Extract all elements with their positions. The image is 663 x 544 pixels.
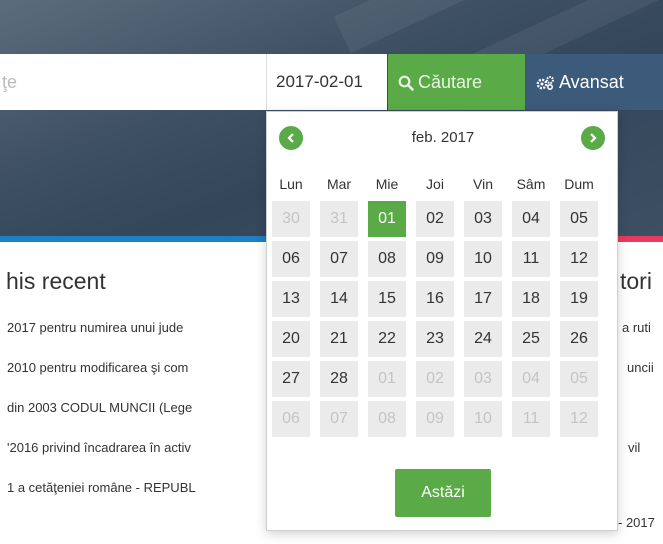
date-input[interactable]: 2017-02-01	[266, 54, 387, 110]
day-cell[interactable]: 11	[512, 241, 550, 277]
day-cell[interactable]: 17	[464, 281, 502, 317]
weekday-header: Mar	[326, 176, 352, 192]
recent-item[interactable]: '2016 privind încadrarea în activ	[7, 440, 191, 455]
day-cell[interactable]: 22	[368, 321, 406, 357]
day-cell[interactable]: 26	[560, 321, 598, 357]
day-cell[interactable]: 11	[512, 401, 550, 437]
category-item[interactable]: vil	[628, 440, 640, 455]
day-cell[interactable]: 12	[560, 401, 598, 437]
recent-item[interactable]: din 2003 CODUL MUNCII (Lege	[7, 400, 192, 415]
recent-heading: his recent	[6, 268, 106, 294]
search-icon	[398, 72, 418, 92]
day-cell[interactable]: 31	[320, 201, 358, 237]
day-cell[interactable]: 21	[320, 321, 358, 357]
day-cell[interactable]: 28	[320, 361, 358, 397]
day-cell[interactable]: 15	[368, 281, 406, 317]
day-cell[interactable]: 07	[320, 401, 358, 437]
category-item[interactable]: uncii	[627, 360, 654, 375]
day-cell[interactable]: 08	[368, 241, 406, 277]
weekday-header: Mie	[375, 176, 399, 192]
day-cell[interactable]: 08	[368, 401, 406, 437]
day-cell[interactable]: 04	[512, 361, 550, 397]
day-cell[interactable]: 02	[416, 201, 454, 237]
day-cell[interactable]: 01	[368, 361, 406, 397]
day-cell[interactable]: 05	[560, 201, 598, 237]
day-cell[interactable]: 09	[416, 241, 454, 277]
day-cell[interactable]: 30	[272, 201, 310, 237]
day-cell[interactable]: 03	[464, 361, 502, 397]
day-cell[interactable]: 25	[512, 321, 550, 357]
weekday-header: Joi	[426, 176, 444, 192]
gears-icon	[535, 72, 559, 92]
datepicker: feb. 2017 Lun Mar Mie Joi Vin Sâm Dum 30 31 01 02…	[266, 111, 618, 531]
weekday-header: Sâm	[516, 176, 546, 192]
day-cell[interactable]: 02	[416, 361, 454, 397]
search-input[interactable]: ţe	[0, 54, 266, 110]
day-cell[interactable]: 12	[560, 241, 598, 277]
day-cell[interactable]: 06	[272, 241, 310, 277]
today-button[interactable]: Astăzi	[395, 469, 491, 517]
search-button[interactable]: Căutare	[388, 54, 525, 110]
day-cell[interactable]: 19	[560, 281, 598, 317]
recent-item[interactable]: 2010 pentru modificarea şi com	[7, 360, 188, 375]
day-cell[interactable]: 07	[320, 241, 358, 277]
day-cell[interactable]: 06	[272, 401, 310, 437]
day-cell[interactable]: 03	[464, 201, 502, 237]
day-cell[interactable]: 24	[464, 321, 502, 357]
prev-month-button[interactable]	[279, 126, 303, 150]
category-item[interactable]: - 2017	[618, 515, 655, 530]
next-month-button[interactable]	[581, 126, 605, 150]
day-cell[interactable]: 23	[416, 321, 454, 357]
day-cell[interactable]: 14	[320, 281, 358, 317]
day-cell[interactable]: 13	[272, 281, 310, 317]
day-cell[interactable]: 04	[512, 201, 550, 237]
recent-item[interactable]: 2017 pentru numirea unui jude	[7, 320, 183, 335]
weekday-header: Vin	[473, 176, 493, 192]
advanced-button[interactable]: Avansat	[525, 54, 663, 110]
day-cell[interactable]: 05	[560, 361, 598, 397]
month-label[interactable]: feb. 2017	[317, 124, 569, 152]
advanced-button-label: Avansat	[559, 72, 624, 92]
day-cell[interactable]: 16	[416, 281, 454, 317]
day-cell[interactable]: 10	[464, 401, 502, 437]
weekday-header: Dum	[564, 176, 594, 192]
day-cell[interactable]: 09	[416, 401, 454, 437]
weekday-header: Lun	[279, 176, 303, 192]
day-cell[interactable]: 20	[272, 321, 310, 357]
day-cell[interactable]: 18	[512, 281, 550, 317]
selected-day-cell[interactable]: 01	[368, 201, 406, 237]
category-item[interactable]: a ruti	[622, 320, 651, 335]
day-cell[interactable]: 27	[272, 361, 310, 397]
search-button-label: Căutare	[418, 72, 483, 92]
day-cell[interactable]: 10	[464, 241, 502, 277]
categories-heading: tori	[620, 268, 652, 294]
recent-item[interactable]: 1 a cetăţeniei române - REPUBL	[7, 480, 196, 495]
